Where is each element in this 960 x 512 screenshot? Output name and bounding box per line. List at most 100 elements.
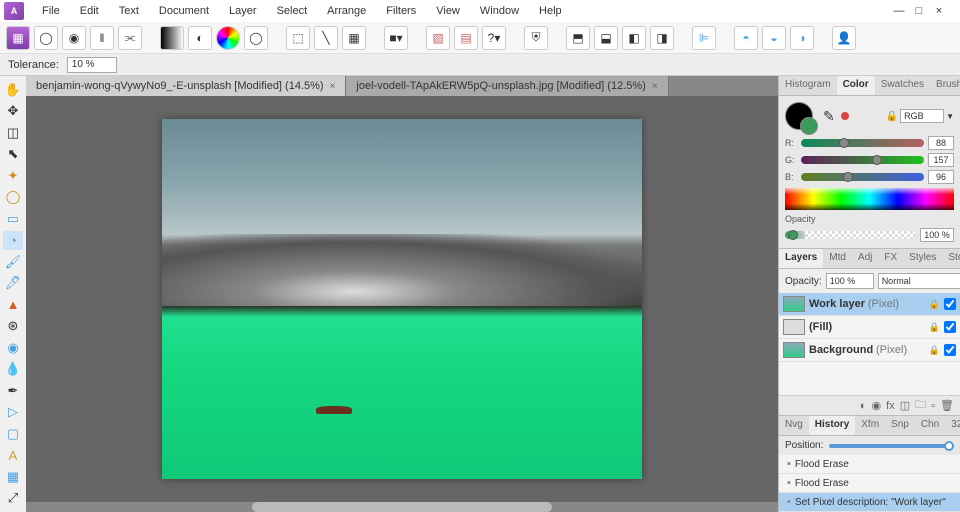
stack1-icon[interactable]: ▧ bbox=[426, 26, 450, 50]
layer-opacity-input[interactable] bbox=[826, 273, 874, 289]
menu-file[interactable]: File bbox=[32, 2, 70, 20]
delete-layer-icon[interactable]: 🗑 bbox=[940, 399, 954, 412]
clip3-icon[interactable]: ◑ bbox=[790, 26, 814, 50]
layer-visible-checkbox[interactable] bbox=[944, 344, 956, 356]
canvas[interactable] bbox=[26, 96, 778, 502]
menu-text[interactable]: Text bbox=[109, 2, 149, 20]
align-icon[interactable]: ⊫ bbox=[692, 26, 716, 50]
shield-icon[interactable]: ⛨ bbox=[524, 26, 548, 50]
share-icon[interactable]: ⫘ bbox=[118, 26, 142, 50]
wand-tool-icon[interactable]: ✦ bbox=[3, 166, 23, 186]
opacity-slider[interactable] bbox=[785, 231, 916, 239]
history-item[interactable]: ▪Flood Erase bbox=[779, 474, 960, 493]
minimize-button[interactable]: — bbox=[892, 4, 906, 18]
layer-row[interactable]: Work layer (Pixel)🔒 bbox=[779, 293, 960, 316]
layers4-icon[interactable]: ◨ bbox=[650, 26, 674, 50]
history-position-slider[interactable] bbox=[829, 444, 954, 448]
menu-select[interactable]: Select bbox=[267, 2, 318, 20]
menu-edit[interactable]: Edit bbox=[70, 2, 109, 20]
folder-icon[interactable]: 🗀 bbox=[915, 396, 926, 415]
history-item[interactable]: ▪Set Pixel description: "Work layer" bbox=[779, 493, 960, 512]
add-layer-icon[interactable]: ▫ bbox=[931, 400, 935, 412]
red-slider[interactable] bbox=[801, 139, 924, 147]
move-tool-icon[interactable]: ✥ bbox=[3, 102, 23, 122]
crop-layer-icon[interactable]: ◫ bbox=[900, 399, 910, 412]
hand-tool-icon[interactable]: ✋ bbox=[3, 80, 23, 100]
tab-chn[interactable]: Chn bbox=[915, 416, 945, 435]
clip2-icon[interactable]: ◒ bbox=[762, 26, 786, 50]
tab-fx[interactable]: FX bbox=[878, 249, 903, 268]
tab-32p[interactable]: 32P bbox=[945, 416, 960, 435]
grid-icon[interactable]: ▦ bbox=[342, 26, 366, 50]
crop-tool-icon[interactable]: ◫ bbox=[3, 123, 23, 143]
tab-history[interactable]: History bbox=[809, 416, 855, 435]
background-color-swatch[interactable] bbox=[800, 117, 818, 135]
layers2-icon[interactable]: ⬓ bbox=[594, 26, 618, 50]
grid-tool-icon[interactable]: ▦ bbox=[3, 467, 23, 487]
square-fill-icon[interactable]: ■▾ bbox=[384, 26, 408, 50]
tab-xfm[interactable]: Xfm bbox=[855, 416, 885, 435]
lock-icon[interactable]: 🔒 bbox=[886, 111, 898, 122]
menu-help[interactable]: Help bbox=[529, 2, 572, 20]
green-input[interactable] bbox=[928, 153, 954, 167]
horizontal-scrollbar[interactable] bbox=[26, 502, 778, 512]
tab-swatches[interactable]: Swatches bbox=[875, 76, 930, 95]
menu-window[interactable]: Window bbox=[470, 2, 529, 20]
document-tab[interactable]: benjamin-wong-qVywyNo9_-E-unsplash [Modi… bbox=[26, 76, 346, 96]
pen-tool-icon[interactable]: ✒ bbox=[3, 381, 23, 401]
contrast-icon[interactable]: ◐ bbox=[188, 26, 212, 50]
history-item[interactable]: ▪Flood Erase bbox=[779, 455, 960, 474]
flame-tool-icon[interactable]: ▲ bbox=[3, 295, 23, 315]
tab-styles[interactable]: Styles bbox=[903, 249, 942, 268]
layer-lock-icon[interactable]: 🔒 bbox=[929, 322, 940, 333]
brush-tool-icon[interactable]: 🖌 bbox=[3, 252, 23, 272]
lasso-tool-icon[interactable]: ◯ bbox=[3, 188, 23, 208]
red-input[interactable] bbox=[928, 136, 954, 150]
layer-lock-icon[interactable]: 🔒 bbox=[929, 299, 940, 310]
shape-tool-icon[interactable]: ▢ bbox=[3, 424, 23, 444]
circle-tool-icon[interactable]: ◯ bbox=[34, 26, 58, 50]
menu-document[interactable]: Document bbox=[149, 2, 219, 20]
layer-row[interactable]: Background (Pixel)🔒 bbox=[779, 339, 960, 362]
layer-lock-icon[interactable]: 🔒 bbox=[929, 345, 940, 356]
marquee-icon[interactable]: ⬚ bbox=[286, 26, 310, 50]
menu-view[interactable]: View bbox=[426, 2, 470, 20]
marquee-tool-icon[interactable]: ▭ bbox=[3, 209, 23, 229]
menu-arrange[interactable]: Arrange bbox=[317, 2, 376, 20]
tab-color[interactable]: Color bbox=[837, 76, 875, 95]
blue-slider[interactable] bbox=[801, 173, 924, 181]
green-slider[interactable] bbox=[801, 156, 924, 164]
close-tab-icon[interactable]: × bbox=[330, 81, 336, 92]
stack2-icon[interactable]: ▤ bbox=[454, 26, 478, 50]
chevron-down-icon[interactable]: ▼ bbox=[946, 112, 954, 121]
mask-icon[interactable]: ◐ bbox=[860, 400, 867, 412]
tab-adj[interactable]: Adj bbox=[852, 249, 878, 268]
layer-row[interactable]: (Fill) 🔒 bbox=[779, 316, 960, 339]
tab-layers[interactable]: Layers bbox=[779, 249, 823, 268]
tab-histogram[interactable]: Histogram bbox=[779, 76, 837, 95]
menu-layer[interactable]: Layer bbox=[219, 2, 267, 20]
gradient-icon[interactable] bbox=[160, 26, 184, 50]
user-icon[interactable]: 👤 bbox=[832, 26, 856, 50]
blend-mode-select[interactable] bbox=[878, 273, 960, 289]
flood-erase-tool-icon[interactable]: ◔ bbox=[3, 231, 23, 251]
target-icon[interactable]: ◉ bbox=[62, 26, 86, 50]
close-button[interactable]: × bbox=[932, 4, 946, 18]
eyedropper-icon[interactable]: ✎ bbox=[823, 108, 835, 125]
blue-input[interactable] bbox=[928, 170, 954, 184]
paint-tool-icon[interactable]: 🖊 bbox=[3, 274, 23, 294]
stamp-tool-icon[interactable]: ⊛ bbox=[3, 317, 23, 337]
foreground-color-swatch[interactable] bbox=[785, 102, 813, 130]
eyedropper-tool-icon[interactable]: ⤢ bbox=[3, 489, 23, 509]
layers1-icon[interactable]: ⬒ bbox=[566, 26, 590, 50]
tab-nvg[interactable]: Nvg bbox=[779, 416, 809, 435]
tab-mtd[interactable]: Mtd bbox=[823, 249, 852, 268]
pointer-tool-icon[interactable]: ⬉ bbox=[3, 145, 23, 165]
blur-tool-icon[interactable]: ◉ bbox=[3, 338, 23, 358]
swirl-icon[interactable]: ◯ bbox=[244, 26, 268, 50]
color-spectrum[interactable] bbox=[785, 188, 954, 210]
text-tool-icon[interactable]: A bbox=[3, 446, 23, 466]
color-wheel-icon[interactable] bbox=[216, 26, 240, 50]
help-icon[interactable]: ?▾ bbox=[482, 26, 506, 50]
tab-snp[interactable]: Snp bbox=[885, 416, 915, 435]
